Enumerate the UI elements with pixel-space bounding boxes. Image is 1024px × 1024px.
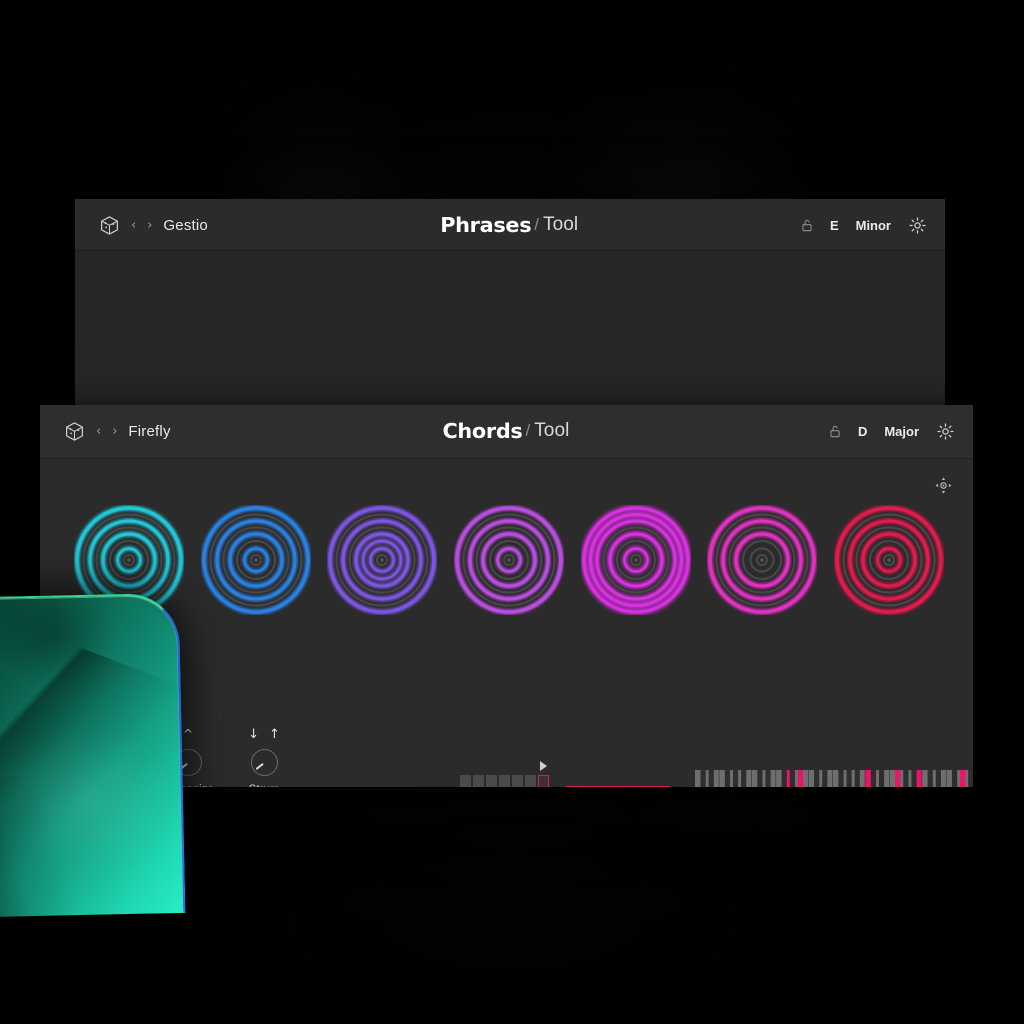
chord-pad[interactable] [834,505,944,615]
lock-open-icon[interactable] [829,425,841,438]
knob-strum[interactable]: ↓ ↑ Strum [226,727,302,788]
knob-dial[interactable] [250,749,278,776]
chord-pad[interactable] [454,505,564,615]
phrases-title-slash: / [534,215,539,234]
knob-label: Strum [249,784,280,787]
clip-blocks [460,775,549,787]
chord-pad[interactable] [707,505,817,615]
clip-block[interactable] [460,775,471,787]
chords-title-slash: / [525,421,531,440]
chords-key-root[interactable]: D [858,424,867,439]
phrases-header-right: E Minor [801,199,927,251]
dice-icon[interactable] [64,421,85,442]
chords-header-right: D Major [829,405,955,457]
clip-block[interactable] [486,775,497,787]
transport-section [460,759,973,787]
phrases-prev-preset-button[interactable]: ‹ [131,219,136,232]
chords-preset-name[interactable]: Firefly [128,423,170,440]
phrases-title-strong: Phrases [439,213,532,237]
clip-progress-line[interactable] [566,786,670,787]
chords-title-strong: Chords [441,419,523,443]
phrases-preset-name[interactable]: Gestio [163,217,208,234]
down-up-arrows-icon[interactable]: ↓ ↑ [248,727,280,742]
device-fold-highlight-2 [0,773,168,920]
play-triangle-icon[interactable] [540,761,547,771]
phrases-tool-panel: ‹ › Gestio Phrases / Tool E Minor [75,199,945,409]
gear-icon[interactable] [908,216,927,235]
phrases-key-root[interactable]: E [830,218,839,233]
clip-block[interactable] [512,775,523,787]
dice-icon[interactable] [99,215,120,236]
chords-header-left: ‹ › Firefly [64,405,171,457]
chords-prev-preset-button[interactable]: ‹ [96,425,101,438]
chevron-up-icon[interactable]: ^ [183,727,193,741]
piano-keyboard[interactable] [695,770,973,787]
phrases-header: ‹ › Gestio Phrases / Tool E Minor [75,199,945,251]
chords-key-mode[interactable]: Major [884,424,919,439]
clip-block[interactable] [473,775,484,787]
lock-open-icon[interactable] [801,219,813,232]
phrases-next-preset-button[interactable]: › [147,219,152,232]
phrases-title-light: Tool [543,214,579,235]
chord-pad[interactable] [327,505,437,615]
crosshair-icon[interactable] [935,477,952,494]
chord-pad[interactable] [201,505,311,615]
gear-icon[interactable] [936,422,955,441]
phone-device-corner [0,592,186,920]
clip-block[interactable] [538,775,549,787]
clip-block[interactable] [525,775,536,787]
chords-header: ‹ › Firefly Chords / Tool D Major [40,405,973,459]
chords-title-light: Tool [534,420,570,441]
chord-pad[interactable] [581,505,691,615]
clip-block[interactable] [499,775,510,787]
chords-next-preset-button[interactable]: › [112,425,117,438]
chord-pad-row [74,505,944,615]
phrases-key-mode[interactable]: Minor [856,218,891,233]
phrases-header-left: ‹ › Gestio [99,199,208,251]
